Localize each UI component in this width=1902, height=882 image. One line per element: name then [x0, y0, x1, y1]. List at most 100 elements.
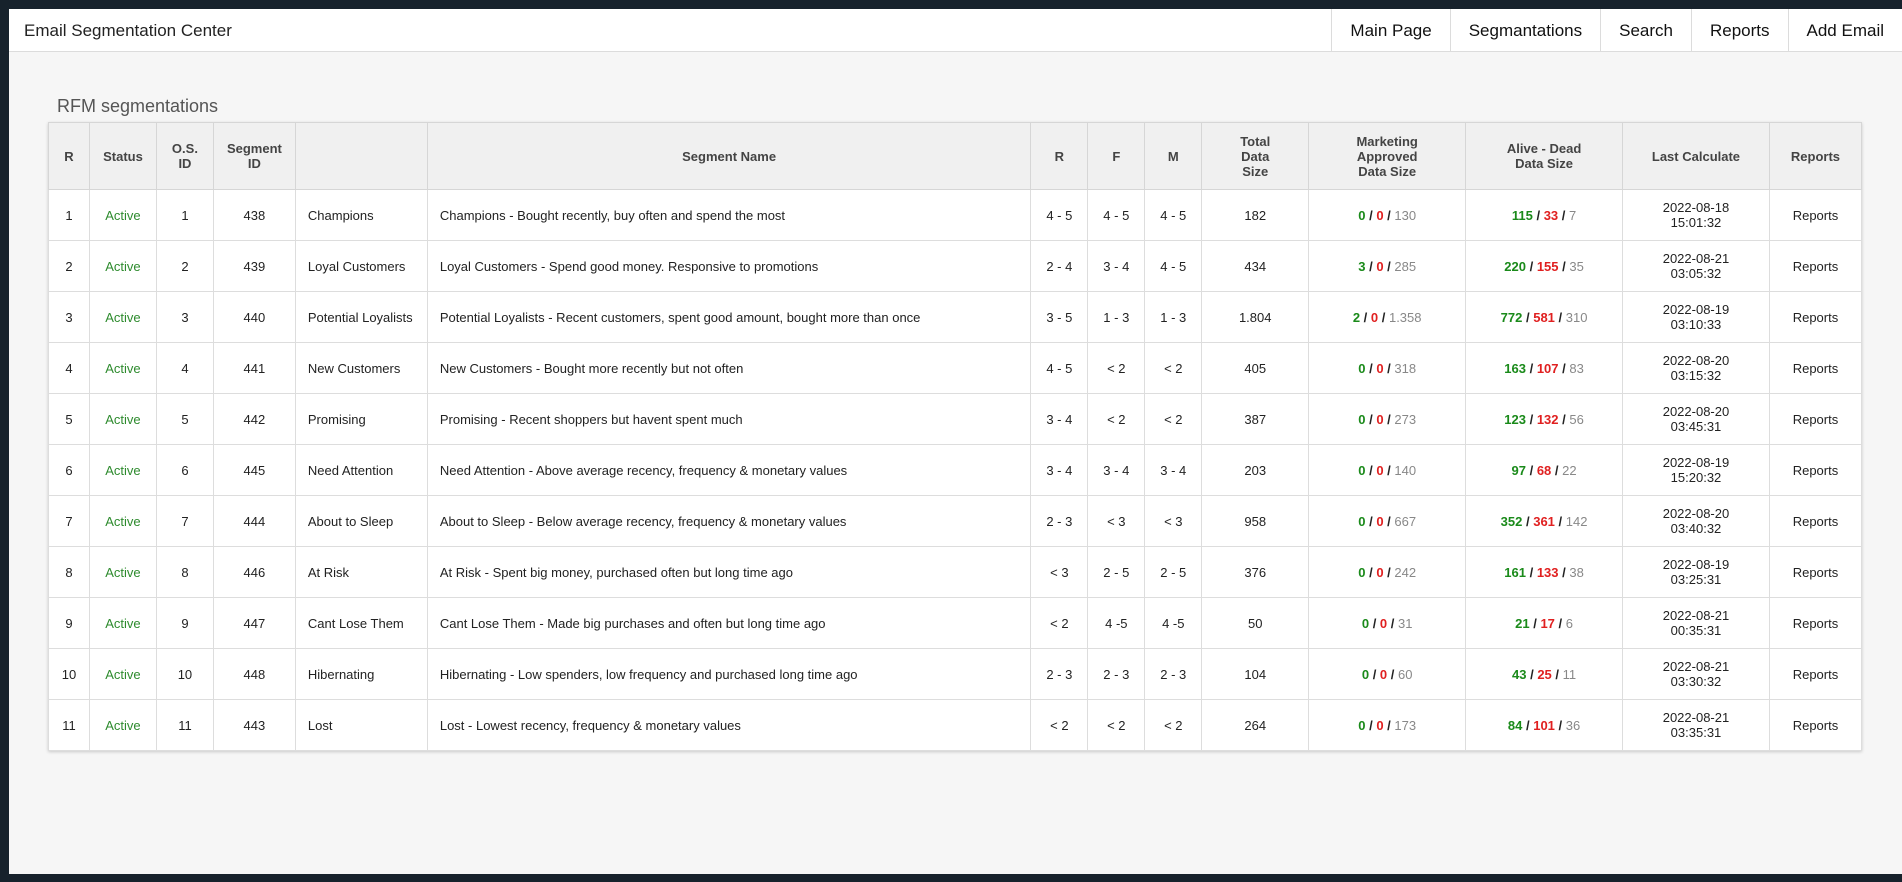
row-number: 9 [48, 597, 90, 649]
frequency-range: 1 - 3 [1087, 291, 1146, 343]
last-calculate-cell: 2022-08-21 03:35:31 [1622, 699, 1770, 751]
frequency-range: 2 - 5 [1087, 546, 1146, 598]
last-calculate-date: 2022-08-19 [1662, 302, 1730, 317]
marketing-red-count: 0 [1376, 411, 1384, 427]
last-calculate-date: 2022-08-20 [1662, 404, 1730, 419]
marketing-gray-count: 31 [1398, 615, 1413, 631]
marketing-red-count: 0 [1376, 258, 1384, 274]
other-count: 83 [1569, 360, 1584, 376]
segment-id-cell: 446 [212, 546, 296, 598]
reports-link[interactable]: Reports [1768, 648, 1863, 700]
segment-description: Loyal Customers - Spend good money. Resp… [426, 240, 1032, 292]
segment-id-cell: 443 [212, 699, 296, 751]
reports-link[interactable]: Reports [1768, 444, 1863, 496]
alive-count: 163 [1504, 360, 1526, 376]
segment-id-cell: 444 [212, 495, 296, 547]
alive-dead-size: 123 / 132 / 56 [1465, 393, 1624, 445]
alive-count: 352 [1500, 513, 1523, 529]
monetary-range: 2 - 5 [1144, 546, 1203, 598]
marketing-gray-count: 140 [1394, 462, 1417, 478]
last-calculate-date: 2022-08-21 [1662, 608, 1730, 623]
alive-count: 43 [1512, 666, 1527, 682]
reports-link[interactable]: Reports [1768, 189, 1863, 241]
marketing-green-count: 0 [1361, 615, 1370, 631]
total-data-size: 264 [1201, 699, 1310, 751]
monetary-range: 3 - 4 [1144, 444, 1203, 496]
rfm-segments-table: R Status O.S. ID Segment ID Segment Name R… [48, 122, 1863, 751]
os-id-cell: 11 [155, 699, 214, 751]
alive-dead-size: 97 / 68 / 22 [1465, 444, 1624, 496]
table-row: 10 Active 10 448 Hibernating Hibernating - Lo… [48, 648, 1863, 700]
reports-link[interactable]: Reports [1768, 597, 1863, 649]
segment-description: Potential Loyalists - Recent customers, … [426, 291, 1032, 343]
segment-description: At Risk - Spent big money, purchased oft… [426, 546, 1032, 598]
os-id-cell: 5 [155, 393, 214, 445]
total-data-size: 376 [1201, 546, 1310, 598]
last-calculate-date: 2022-08-21 [1662, 251, 1730, 266]
other-count: 22 [1562, 462, 1577, 478]
marketing-red-count: 0 [1376, 462, 1384, 478]
last-calculate-cell: 2022-08-19 03:25:31 [1622, 546, 1770, 598]
alive-count: 161 [1504, 564, 1526, 580]
recency-range: < 3 [1030, 546, 1089, 598]
col-header-name [294, 122, 428, 190]
nav-search[interactable]: Search [1600, 9, 1691, 51]
other-count: 11 [1562, 666, 1577, 682]
reports-link[interactable]: Reports [1768, 495, 1863, 547]
table-row: 2 Active 2 439 Loyal Customers Loyal Customer… [48, 240, 1863, 292]
reports-link[interactable]: Reports [1768, 393, 1863, 445]
segment-description: Cant Lose Them - Made big purchases and … [426, 597, 1032, 649]
dead-count: 107 [1536, 360, 1559, 376]
alive-count: 21 [1515, 615, 1530, 631]
alive-dead-size: 21 / 17 / 6 [1465, 597, 1624, 649]
nav-reports[interactable]: Reports [1690, 9, 1788, 51]
frequency-range: < 2 [1087, 342, 1146, 394]
marketing-approved-size: 2 / 0 / 1.358 [1308, 291, 1467, 343]
row-number: 3 [48, 291, 90, 343]
alive-count: 123 [1504, 411, 1526, 427]
dead-count: 33 [1543, 207, 1559, 223]
last-calculate-cell: 2022-08-21 03:30:32 [1622, 648, 1770, 700]
total-data-size: 405 [1201, 342, 1310, 394]
segment-description: Need Attention - Above average recency, … [426, 444, 1032, 496]
marketing-approved-size: 0 / 0 / 140 [1308, 444, 1467, 496]
marketing-approved-size: 0 / 0 / 242 [1308, 546, 1467, 598]
last-calculate-time: 03:45:31 [1670, 419, 1722, 434]
segment-short-name: Hibernating [294, 648, 428, 700]
last-calculate-cell: 2022-08-20 03:45:31 [1622, 393, 1770, 445]
last-calculate-cell: 2022-08-20 03:40:32 [1622, 495, 1770, 547]
marketing-approved-size: 0 / 0 / 31 [1308, 597, 1467, 649]
reports-link[interactable]: Reports [1768, 546, 1863, 598]
segment-short-name: Champions [294, 189, 428, 241]
reports-link[interactable]: Reports [1768, 699, 1863, 751]
recency-range: 3 - 4 [1030, 393, 1089, 445]
segment-id-cell: 445 [212, 444, 296, 496]
nav-add-email[interactable]: Add Email [1787, 9, 1902, 51]
dead-count: 68 [1536, 462, 1552, 478]
reports-link[interactable]: Reports [1768, 240, 1863, 292]
nav-segmentations[interactable]: Segmantations [1449, 9, 1600, 51]
os-id-cell: 9 [155, 597, 214, 649]
other-count: 56 [1569, 411, 1584, 427]
app-title[interactable]: Email Segmentation Center [9, 9, 232, 51]
col-header-total-size: Total Data Size [1201, 122, 1310, 190]
last-calculate-time: 00:35:31 [1670, 623, 1722, 638]
reports-link[interactable]: Reports [1768, 342, 1863, 394]
row-number: 4 [48, 342, 90, 394]
marketing-approved-size: 0 / 0 / 318 [1308, 342, 1467, 394]
alive-dead-size: 352 / 361 / 142 [1465, 495, 1624, 547]
col-header-marketing-approved: Marketing Approved Data Size [1308, 122, 1467, 190]
row-number: 10 [48, 648, 90, 700]
reports-link[interactable]: Reports [1768, 291, 1863, 343]
last-calculate-time: 03:30:32 [1670, 674, 1722, 689]
total-data-size: 104 [1201, 648, 1310, 700]
page-title: RFM segmentations [57, 96, 219, 116]
monetary-range: < 2 [1144, 699, 1203, 751]
nav-main-page[interactable]: Main Page [1331, 9, 1449, 51]
segment-short-name: New Customers [294, 342, 428, 394]
segment-id-cell: 442 [212, 393, 296, 445]
recency-range: 3 - 4 [1030, 444, 1089, 496]
col-header-monetary: M [1144, 122, 1203, 190]
marketing-green-count: 0 [1361, 666, 1370, 682]
marketing-approved-size: 0 / 0 / 667 [1308, 495, 1467, 547]
